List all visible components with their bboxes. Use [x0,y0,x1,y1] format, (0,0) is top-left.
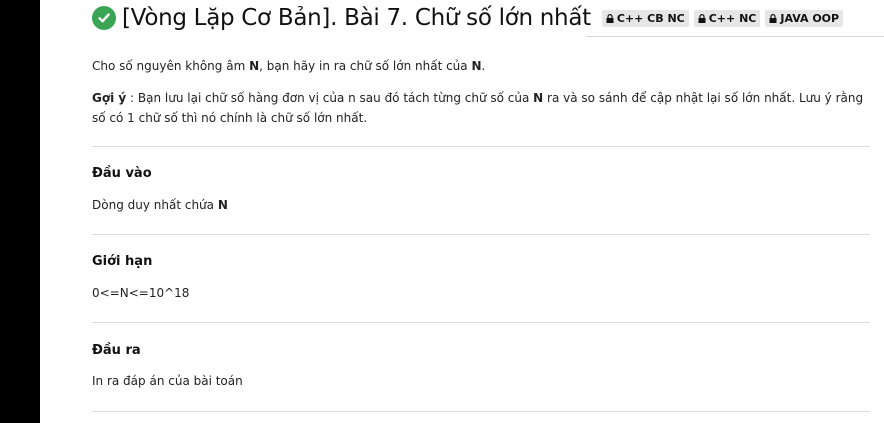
problem-header: [Vòng Lặp Cơ Bản]. Bài 7. Chữ số lớn nhấ… [92,0,870,36]
title-row: [Vòng Lặp Cơ Bản]. Bài 7. Chữ số lớn nhấ… [92,0,870,36]
lock-icon [606,13,614,23]
tag-label: JAVA OOP [780,11,840,25]
title-underline [586,36,884,37]
input-text-pre: Dòng duy nhất chứa [92,198,218,212]
tag-java-oop[interactable]: JAVA OOP [765,9,844,27]
check-circle-icon [92,6,116,30]
divider [92,234,870,235]
lock-icon [698,13,706,23]
left-black-bar [0,0,40,423]
input-var: N [217,198,228,212]
hint-var: N [533,91,544,105]
divider [92,146,870,147]
statement-var: N [471,59,482,73]
tag-cpp-cb-nc[interactable]: C++ CB NC [601,9,689,27]
hint-text: : Bạn lưu lại chữ số hàng đơn vị của n s… [126,91,534,105]
limits-heading: Giới hạn [92,254,153,269]
statement-text: . [481,59,486,73]
problem-title: [Vòng Lặp Cơ Bản]. Bài 7. Chữ số lớn nhấ… [122,5,591,31]
input-text: Dòng duy nhất chứa N [92,198,228,212]
divider [92,411,870,412]
problem-hint: Gợi ý : Bạn lưu lại chữ số hàng đơn vị c… [92,88,870,128]
output-heading: Đầu ra [92,343,141,358]
tag-cpp-nc[interactable]: C++ NC [693,9,761,27]
divider [92,322,870,323]
input-heading: Đầu vào [92,166,152,181]
statement-text: , bạn hãy in ra chữ số lớn nhất của [259,59,472,73]
statement-text: Cho số nguyên không âm [92,59,250,73]
lock-icon [769,13,777,23]
statement-var: N [249,59,260,73]
tag-label: C++ NC [708,11,757,25]
limits-text: 0<=N<=10^18 [92,286,190,300]
problem-statement: Cho số nguyên không âm N, bạn hãy in ra … [92,56,485,76]
output-text: In ra đáp án của bài toán [92,374,243,388]
hint-label: Gợi ý [92,91,127,105]
tag-label: C++ CB NC [616,11,685,25]
